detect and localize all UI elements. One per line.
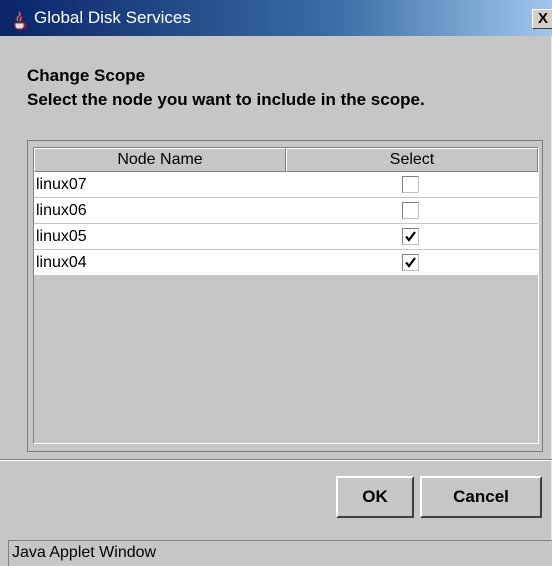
node-name-cell: linux04 xyxy=(36,254,87,271)
select-checkbox[interactable] xyxy=(402,228,419,245)
close-button[interactable]: X xyxy=(532,9,552,29)
title-bar[interactable]: Global Disk Services X xyxy=(0,0,552,36)
table-rows: linux07 linux06 linux05 linux04 xyxy=(34,172,538,276)
dialog-instruction: Select the node you want to include in t… xyxy=(27,90,425,109)
checkmark-icon xyxy=(405,257,416,268)
java-cup-icon xyxy=(10,8,30,30)
node-name-cell: linux06 xyxy=(36,202,87,219)
node-table-panel: Node Name Select linux07 linux06 linux05… xyxy=(27,140,543,452)
node-name-cell: linux05 xyxy=(36,228,87,245)
table-row[interactable]: linux05 xyxy=(34,224,538,250)
column-header-node-name[interactable]: Node Name xyxy=(34,148,286,172)
dialog-heading: Change Scope xyxy=(27,66,146,85)
node-table: Node Name Select linux07 linux06 linux05… xyxy=(33,147,539,444)
dialog-window: Global Disk Services X Change Scope Sele… xyxy=(0,0,552,566)
ok-button[interactable]: OK xyxy=(336,476,414,518)
node-name-cell: linux07 xyxy=(36,176,87,193)
checkmark-icon xyxy=(405,231,416,242)
cancel-button[interactable]: Cancel xyxy=(420,476,542,518)
select-checkbox[interactable] xyxy=(402,176,419,193)
window-title: Global Disk Services xyxy=(34,8,191,27)
select-checkbox[interactable] xyxy=(402,202,419,219)
select-checkbox[interactable] xyxy=(402,254,419,271)
column-header-select[interactable]: Select xyxy=(286,148,538,172)
table-row[interactable]: linux07 xyxy=(34,172,538,198)
table-row[interactable]: linux06 xyxy=(34,198,538,224)
button-separator xyxy=(0,459,552,461)
status-bar: Java Applet Window xyxy=(8,540,552,566)
table-row[interactable]: linux04 xyxy=(34,250,538,276)
